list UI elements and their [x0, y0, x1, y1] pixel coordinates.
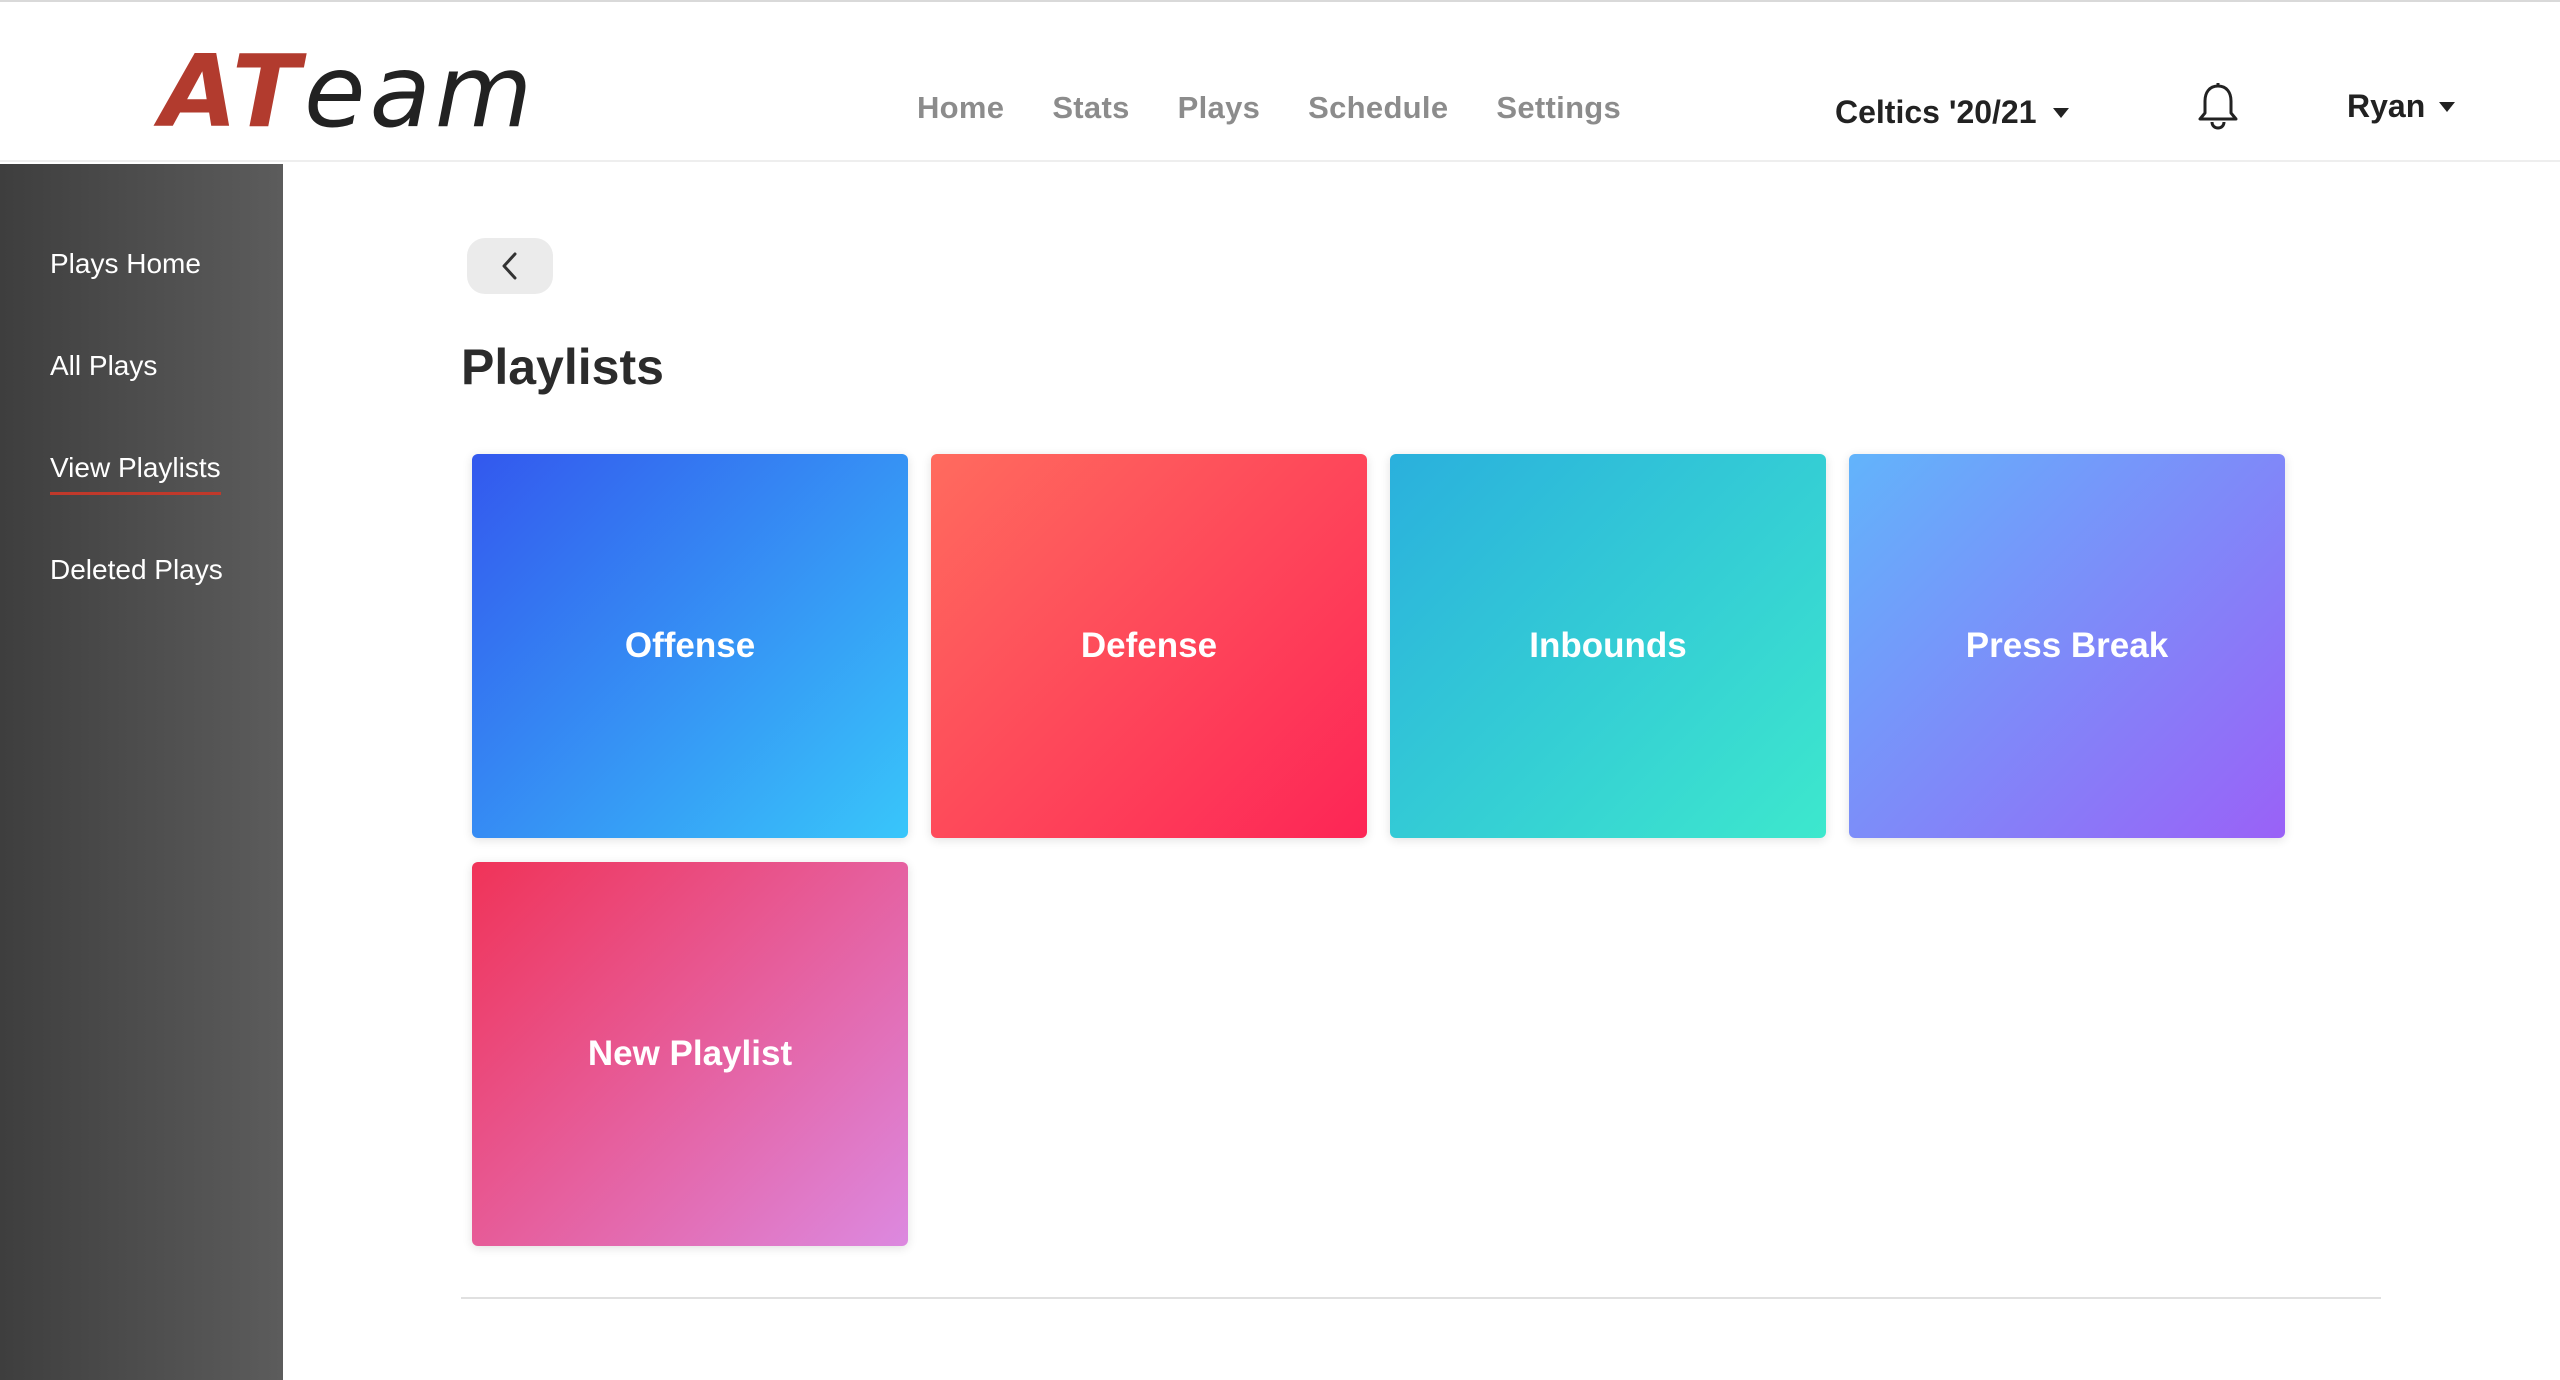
sidebar-item-deleted-plays[interactable]: Deleted Plays — [50, 554, 223, 586]
nav-stats[interactable]: Stats — [1052, 90, 1129, 126]
playlist-tile-inbounds[interactable]: Inbounds — [1390, 454, 1826, 838]
sidebar: Plays Home All Plays View Playlists Dele… — [0, 164, 283, 1380]
nav-plays[interactable]: Plays — [1178, 90, 1261, 126]
nav-home[interactable]: Home — [917, 90, 1004, 126]
playlist-tile-offense[interactable]: Offense — [472, 454, 908, 838]
page-title: Playlists — [461, 339, 664, 395]
playlist-tile-press-break[interactable]: Press Break — [1849, 454, 2285, 838]
main-nav: Home Stats Plays Schedule Settings — [917, 90, 1621, 126]
back-button[interactable] — [467, 238, 553, 294]
new-playlist-tile[interactable]: New Playlist — [472, 862, 908, 1246]
sidebar-item-plays-home[interactable]: Plays Home — [50, 248, 201, 280]
user-name: Ryan — [2347, 88, 2426, 124]
playlist-tile-defense[interactable]: Defense — [931, 454, 1367, 838]
team-selector-label: Celtics '20/21 — [1835, 94, 2037, 130]
sidebar-item-view-playlists[interactable]: View Playlists — [50, 452, 221, 495]
caret-down-icon — [2052, 107, 2069, 118]
team-selector[interactable]: Celtics '20/21 — [1835, 94, 2069, 131]
nav-schedule[interactable]: Schedule — [1308, 90, 1448, 126]
chevron-left-icon — [502, 252, 517, 280]
content-divider — [461, 1297, 2381, 1299]
logo-part-1: AT — [160, 33, 305, 150]
ateam-logo[interactable]: ATeam — [160, 42, 536, 142]
sidebar-item-all-plays[interactable]: All Plays — [50, 350, 157, 382]
user-menu[interactable]: Ryan — [2347, 88, 2456, 125]
logo-part-2: eam — [304, 33, 537, 150]
nav-settings[interactable]: Settings — [1496, 90, 1621, 126]
top-header: ATeam Home Stats Plays Schedule Settings… — [0, 2, 2560, 162]
bell-icon[interactable] — [2196, 82, 2240, 130]
caret-down-icon — [2439, 101, 2456, 112]
